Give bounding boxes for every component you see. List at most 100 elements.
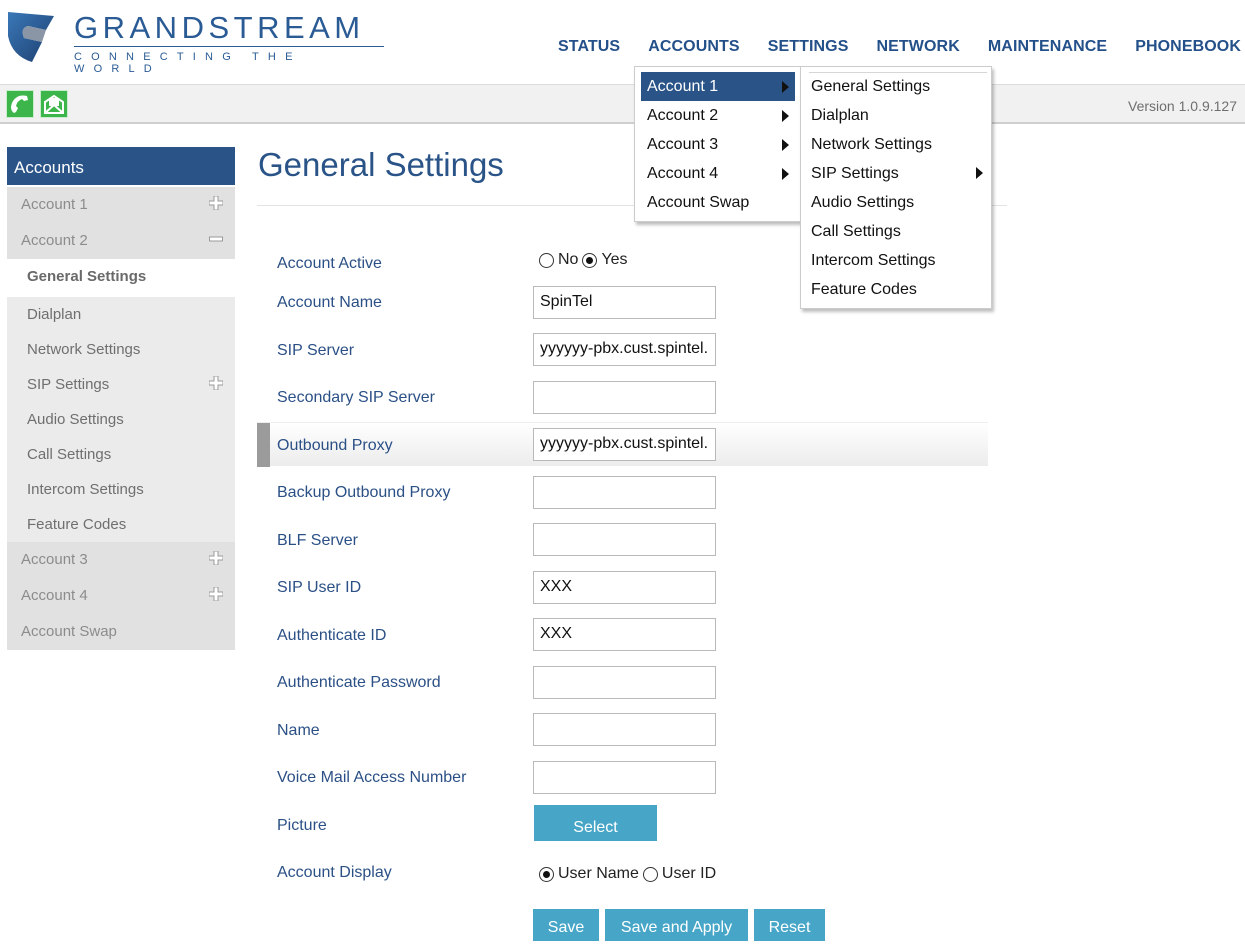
sidebar-item-label: Account 4 (21, 587, 88, 604)
field-label: Picture (277, 817, 327, 834)
secondary-sip-server-input[interactable] (533, 381, 716, 414)
submenu-arrow-icon (976, 167, 983, 179)
expand-plus-icon[interactable] (209, 196, 223, 210)
name-input[interactable] (533, 713, 716, 746)
menu-item-account-3[interactable]: Account 3 (641, 130, 795, 159)
submenu-item-network-settings[interactable]: Network Settings (811, 136, 983, 162)
radio-label: Yes (601, 251, 628, 268)
voice-mail-access-number-input[interactable] (533, 761, 716, 794)
account-display-user-id-radio[interactable] (642, 866, 658, 882)
blf-server-input[interactable] (533, 523, 716, 556)
sip-user-id-row: SIP User ID XXX (257, 571, 988, 615)
submenu-item-call-settings[interactable]: Call Settings (811, 223, 983, 249)
sidebar: Accounts Account 1 Account 2 General Set… (7, 147, 235, 650)
field-label: Backup Outbound Proxy (277, 484, 451, 501)
outbound-proxy-row: Outbound Proxy yyyyyy-pbx.cust.spintel. (257, 422, 988, 467)
nav-accounts[interactable]: ACCOUNTS (634, 38, 753, 56)
sidebar-item-account-swap[interactable]: Account Swap (7, 614, 235, 650)
expand-plus-icon[interactable] (209, 376, 223, 390)
sidebar-item-general-settings[interactable]: General Settings (7, 259, 235, 297)
account-submenu: General Settings Dialplan Network Settin… (800, 66, 992, 309)
phone-icon[interactable] (6, 90, 34, 118)
backup-outbound-proxy-input[interactable] (533, 476, 716, 509)
account-active-no-radio[interactable] (539, 252, 554, 268)
menu-item-account-4[interactable]: Account 4 (641, 159, 795, 188)
sidebar-item-account-4[interactable]: Account 4 (7, 578, 235, 614)
account-display-radio-group: User Name User ID (539, 865, 720, 883)
radio-label: User ID (661, 865, 717, 882)
save-and-apply-button[interactable]: Save and Apply (605, 909, 748, 941)
sip-server-row: SIP Server yyyyyy-pbx.cust.spintel. (257, 333, 988, 377)
authenticate-id-input[interactable]: XXX (533, 618, 716, 651)
sidebar-item-call-settings[interactable]: Call Settings (7, 437, 235, 472)
brand-tagline: CONNECTING THE WORLD (74, 51, 302, 75)
expand-plus-icon[interactable] (209, 551, 223, 565)
grandstream-logo[interactable]: GRANDSTREAM CONNECTING THE WORLD (4, 6, 384, 75)
nav-status[interactable]: STATUS (544, 38, 634, 56)
sidebar-item-account-1[interactable]: Account 1 (7, 187, 235, 223)
nav-network[interactable]: NETWORK (863, 38, 974, 56)
menu-item-label: Account Swap (647, 194, 750, 211)
submenu-item-general-settings[interactable]: General Settings (811, 78, 983, 104)
field-label: BLF Server (277, 532, 358, 549)
menu-item-account-1[interactable]: Account 1 (641, 72, 795, 101)
sidebar-item-audio-settings[interactable]: Audio Settings (7, 402, 235, 437)
submenu-item-sip-settings[interactable]: SIP Settings (811, 165, 983, 191)
submenu-item-feature-codes[interactable]: Feature Codes (811, 281, 983, 307)
reset-button[interactable]: Reset (754, 909, 825, 941)
submenu-item-audio-settings[interactable]: Audio Settings (811, 194, 983, 220)
name-row: Name (257, 713, 988, 757)
submenu-arrow-icon (782, 110, 789, 122)
menu-item-label: Account 2 (647, 107, 719, 124)
nav-maintenance[interactable]: MAINTENANCE (974, 38, 1121, 56)
collapse-minus-icon[interactable] (209, 232, 223, 246)
top-navigation: STATUS ACCOUNTS SETTINGS NETWORK MAINTEN… (544, 38, 1241, 56)
menu-item-account-swap[interactable]: Account Swap (641, 188, 795, 217)
sidebar-item-account-3[interactable]: Account 3 (7, 542, 235, 578)
sidebar-item-intercom-settings[interactable]: Intercom Settings (7, 472, 235, 507)
message-icon[interactable] (40, 90, 68, 118)
sip-user-id-input[interactable]: XXX (533, 571, 716, 604)
radio-label: User Name (558, 865, 639, 882)
sip-server-input[interactable]: yyyyyy-pbx.cust.spintel. (533, 333, 716, 366)
select-picture-button[interactable]: Select (534, 805, 657, 841)
account-active-yes-radio[interactable] (582, 252, 598, 268)
field-label: Authenticate Password (277, 674, 441, 691)
field-label: Secondary SIP Server (277, 389, 436, 406)
grandstream-logo-icon (8, 12, 54, 62)
secondary-sip-server-row: Secondary SIP Server (257, 381, 988, 425)
firmware-version: Version 1.0.9.127 (1128, 98, 1237, 114)
field-label: SIP Server (277, 342, 355, 359)
authenticate-id-row: Authenticate ID XXX (257, 618, 988, 662)
sidebar-title: Accounts (7, 147, 235, 187)
sidebar-item-sip-settings[interactable]: SIP Settings (7, 367, 235, 402)
submenu-item-intercom-settings[interactable]: Intercom Settings (811, 252, 983, 278)
authenticate-password-input[interactable] (533, 666, 716, 699)
account-display-user-name-radio[interactable] (539, 866, 554, 882)
account-display-row: Account Display User Name User ID (257, 856, 988, 900)
sidebar-item-feature-codes[interactable]: Feature Codes (7, 507, 235, 542)
account-name-input[interactable]: SpinTel (533, 286, 716, 319)
field-label: Name (277, 722, 320, 739)
radio-label: No (558, 251, 579, 268)
submenu-arrow-icon (782, 81, 789, 93)
logo-divider (74, 46, 384, 47)
brand-name: GRANDSTREAM (74, 10, 365, 45)
submenu-item-dialplan[interactable]: Dialplan (811, 107, 983, 133)
field-label: Account Active (277, 255, 382, 272)
menu-item-label: Account 4 (647, 165, 719, 182)
sidebar-item-account-2[interactable]: Account 2 (7, 223, 235, 259)
menu-item-account-2[interactable]: Account 2 (641, 101, 795, 130)
menu-item-label: Account 3 (647, 136, 719, 153)
menu-divider (809, 72, 987, 73)
save-button[interactable]: Save (533, 909, 599, 941)
nav-settings[interactable]: SETTINGS (754, 38, 863, 56)
expand-plus-icon[interactable] (209, 587, 223, 601)
sidebar-item-dialplan[interactable]: Dialplan (7, 297, 235, 332)
outbound-proxy-input[interactable]: yyyyyy-pbx.cust.spintel. (533, 428, 716, 461)
sidebar-item-network-settings[interactable]: Network Settings (7, 332, 235, 367)
field-label: Authenticate ID (277, 627, 387, 644)
menu-item-label: Account 1 (647, 78, 719, 95)
nav-phonebook[interactable]: PHONEBOOK (1121, 38, 1241, 56)
submenu-arrow-icon (782, 168, 789, 180)
